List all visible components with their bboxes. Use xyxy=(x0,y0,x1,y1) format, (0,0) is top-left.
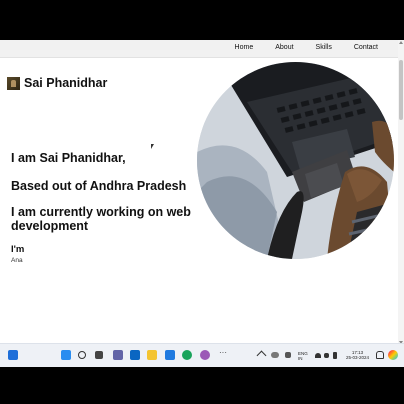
search-icon[interactable] xyxy=(78,351,86,359)
mail-icon[interactable] xyxy=(130,350,140,360)
typing-prefix: I'm xyxy=(11,244,25,255)
battery-icon[interactable] xyxy=(333,352,337,359)
widgets-icon[interactable] xyxy=(8,350,18,360)
store-icon[interactable] xyxy=(165,350,175,360)
mouse-cursor-icon xyxy=(151,144,154,149)
nav-link-skills[interactable]: Skills xyxy=(316,44,332,51)
clock-date: 25-03-2024 xyxy=(346,355,370,360)
nav-link-contact[interactable]: Contact xyxy=(354,44,378,51)
brand-logo-icon xyxy=(7,76,20,90)
navbar: Home About Skills Contact xyxy=(0,40,398,58)
nav-link-about[interactable]: About xyxy=(275,44,293,51)
cloud-tray-icon[interactable] xyxy=(271,352,279,358)
brand-name: Sai Phanidhar xyxy=(24,76,108,90)
task-view-icon[interactable] xyxy=(95,351,103,359)
more-apps-icon[interactable]: ··· xyxy=(219,349,229,360)
app-tray-icon[interactable] xyxy=(285,352,291,358)
teams-icon[interactable] xyxy=(113,350,123,360)
speaker-icon[interactable] xyxy=(324,353,329,358)
wifi-icon[interactable] xyxy=(315,353,321,358)
scrollbar-thumb[interactable] xyxy=(399,60,403,120)
browser-viewport: Home About Skills Contact Sai Phanidhar … xyxy=(0,40,404,366)
chrome-icon[interactable] xyxy=(200,350,210,360)
hero-location: Based out of Andhra Pradesh xyxy=(11,179,187,193)
scroll-up-arrow-icon[interactable] xyxy=(399,41,403,44)
language-bottom: IN xyxy=(298,356,303,361)
copilot-icon[interactable] xyxy=(388,350,398,360)
vertical-scrollbar[interactable] xyxy=(398,40,404,345)
brand[interactable]: Sai Phanidhar xyxy=(7,76,107,90)
taskbar: ··· ENG IN 17:13 25-03-2024 xyxy=(0,343,404,367)
clock[interactable]: 17:13 25-03-2024 xyxy=(346,350,369,360)
hero-intro: I am Sai Phanidhar, xyxy=(11,151,126,165)
chevron-up-icon[interactable] xyxy=(256,350,267,361)
language-indicator[interactable]: ENG IN xyxy=(298,351,308,361)
edge-icon[interactable] xyxy=(182,350,192,360)
hero-work: I am currently working on web developmen… xyxy=(11,205,191,233)
file-explorer-icon[interactable] xyxy=(147,350,157,360)
nav-link-home[interactable]: Home xyxy=(235,44,254,51)
notification-icon[interactable] xyxy=(376,351,384,359)
nav-links: Home About Skills Contact xyxy=(213,44,378,51)
typing-role: Ana xyxy=(11,257,23,264)
hero-photo xyxy=(197,62,394,259)
windows-start-icon[interactable] xyxy=(61,350,71,360)
